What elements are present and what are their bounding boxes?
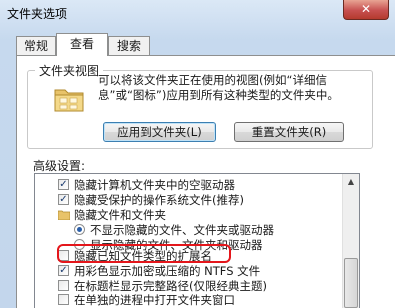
list-item[interactable]: 不显示隐藏的文件、文件夹或驱动器 [74, 222, 340, 238]
full-path-checkbox[interactable] [58, 280, 69, 291]
tab-general[interactable]: 常规 [16, 36, 56, 55]
folder-options-window: 文件夹选项 ✕ 常规 查看 搜索 文件夹视图 可以将该文件夹正在使用的视图(例如… [0, 0, 395, 308]
apply-to-folders-button[interactable]: 应用到文件夹(L) [103, 122, 216, 142]
list-item-label: 隐藏计算机文件夹中的空驱动器 [74, 178, 235, 192]
hide-empty-drives-checkbox[interactable]: ✓ [58, 179, 69, 190]
scrollbar-thumb[interactable] [344, 258, 358, 308]
highlight-annotation [57, 244, 231, 263]
list-item[interactable]: ✓ 隐藏受保护的操作系统文件(推荐) [58, 192, 340, 208]
folder-icon [54, 89, 84, 112]
list-item[interactable]: ✓ 用彩色显示加密或压缩的 NTFS 文件 [58, 263, 340, 279]
list-item-label: 不显示隐藏的文件、文件夹或驱动器 [90, 223, 274, 237]
folder-icon [58, 210, 70, 220]
reset-folders-button[interactable]: 重置文件夹(R) [234, 122, 344, 142]
list-item[interactable]: 在单独的进程中打开文件夹窗口 [58, 292, 340, 308]
color-ntfs-checkbox[interactable]: ✓ [58, 265, 69, 276]
tab-view[interactable]: 查看 [56, 33, 108, 56]
folder-views-description: 可以将该文件夹正在使用的视图(例如“详细信息”或“图标”)应用到所有这种类型的文… [98, 73, 339, 102]
list-item: 隐藏文件和文件夹 [58, 207, 340, 223]
list-item-label: 用彩色显示加密或压缩的 NTFS 文件 [74, 264, 261, 278]
list-item-label: 隐藏受保护的操作系统文件(推荐) [74, 193, 244, 207]
folder-views-title: 文件夹视图 [35, 62, 104, 79]
list-item-label: 隐藏文件和文件夹 [74, 208, 166, 222]
vertical-scrollbar[interactable]: ▲ [342, 174, 359, 308]
window-title: 文件夹选项 [7, 7, 68, 21]
hide-protected-files-checkbox[interactable]: ✓ [58, 194, 69, 205]
advanced-settings-label: 高级设置: [33, 159, 86, 173]
title-bar: 文件夹选项 ✕ [0, 0, 395, 30]
list-item-label: 在单独的进程中打开文件夹窗口 [74, 293, 235, 307]
close-button[interactable]: ✕ [343, 0, 389, 20]
tab-search[interactable]: 搜索 [108, 36, 150, 55]
scroll-up-arrow-icon[interactable]: ▲ [343, 174, 359, 190]
dont-show-hidden-radio[interactable] [74, 224, 85, 235]
separate-process-checkbox[interactable] [58, 294, 69, 305]
list-item[interactable]: ✓ 隐藏计算机文件夹中的空驱动器 [58, 177, 340, 193]
